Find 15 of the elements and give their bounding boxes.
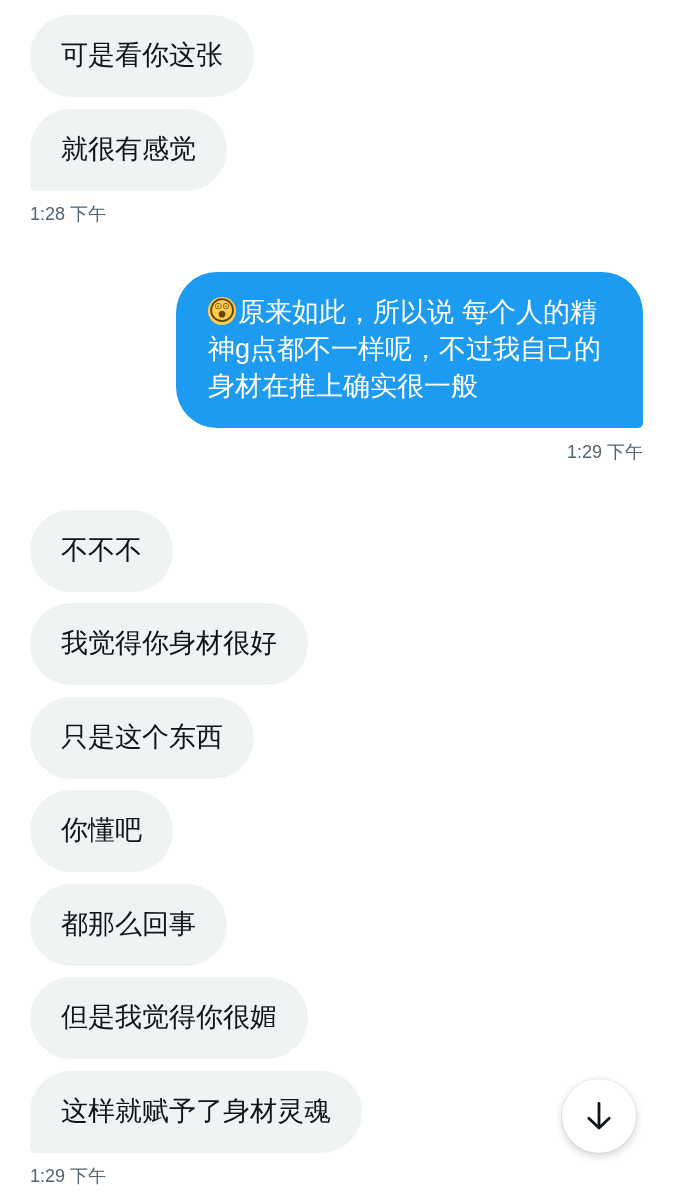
- scroll-down-button[interactable]: [562, 1079, 636, 1153]
- message-bubble: 😲原来如此，所以说 每个人的精神g点都不一样呢，不过我自己的身材在推上确实很一般: [176, 272, 643, 428]
- timestamp: 1:29 下午: [30, 1165, 107, 1187]
- timestamp: 1:29 下午: [566, 440, 643, 463]
- message-bubble: 就很有感觉: [30, 108, 227, 191]
- message-bubble: 可是看你这张: [30, 15, 254, 97]
- arrow-down-icon: [586, 1102, 612, 1130]
- message-bubble: 我觉得你身材很好: [30, 603, 308, 685]
- message-bubble: 都那么回事: [30, 883, 227, 966]
- message-bubble: 不不不: [30, 509, 173, 592]
- message-bubble: 这样就赋予了身材灵魂: [30, 1070, 362, 1153]
- message-bubble: 只是这个东西: [30, 696, 254, 779]
- timestamp: 1:28 下午: [30, 203, 107, 225]
- message-bubble: 你懂吧: [30, 790, 173, 872]
- message-bubble: 但是我觉得你很媚: [30, 977, 308, 1059]
